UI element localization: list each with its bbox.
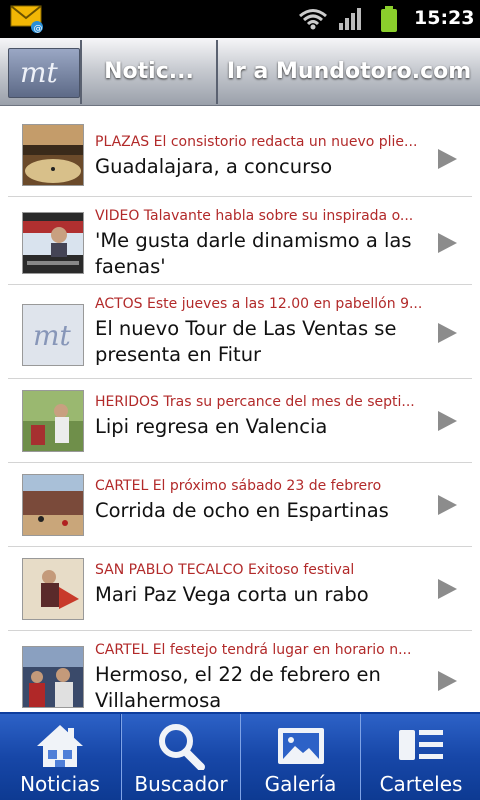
svg-text:@: @ bbox=[34, 24, 43, 34]
news-kicker: ACTOS Este jueves a las 12.00 en pabelló… bbox=[95, 296, 423, 312]
news-thumbnail bbox=[22, 474, 84, 536]
nav-noticias-button[interactable]: Noticias bbox=[0, 714, 120, 800]
news-title: Mari Paz Vega corta un rabo bbox=[95, 583, 369, 606]
news-kicker: HERIDOS Tras su percance del mes de sept… bbox=[95, 394, 415, 410]
svg-text:mt: mt bbox=[33, 319, 72, 352]
news-title: Hermoso, el 22 de febrero en Villahermos… bbox=[95, 663, 381, 712]
news-thumbnail bbox=[22, 390, 84, 452]
news-item[interactable]: CARTEL El próximo sábado 23 de febrero C… bbox=[8, 462, 472, 547]
status-time: 15:23 bbox=[414, 7, 475, 29]
chevron-right-icon bbox=[438, 233, 457, 253]
nav-label: Carteles bbox=[379, 772, 463, 796]
nav-label: Buscador bbox=[134, 772, 228, 796]
tab-news[interactable]: Notic... bbox=[82, 38, 216, 105]
news-thumbnail bbox=[22, 212, 84, 274]
news-title: 'Me gusta darle dinamismo a las faenas' bbox=[95, 229, 412, 278]
news-item[interactable]: VIDEO Talavante habla sobre su inspirada… bbox=[8, 196, 472, 285]
wifi-icon bbox=[299, 9, 327, 30]
news-kicker: CARTEL El festejo tendrá lugar en horari… bbox=[95, 642, 412, 658]
nav-label: Galería bbox=[264, 772, 337, 796]
news-kicker: VIDEO Talavante habla sobre su inspirada… bbox=[95, 208, 414, 224]
list-icon bbox=[399, 730, 443, 760]
nav-galeria-button[interactable]: Galería bbox=[240, 714, 360, 800]
email-notification-icon: @ bbox=[10, 5, 43, 34]
home-icon bbox=[37, 725, 83, 767]
app-header: mt Notic... Ir a Mundotoro.com bbox=[0, 38, 480, 106]
news-kicker: SAN PABLO TECALCO Exitoso festival bbox=[95, 562, 355, 578]
status-bar: @ 15:23 bbox=[0, 0, 480, 38]
nav-carteles-button[interactable]: Carteles bbox=[360, 714, 480, 800]
chevron-right-icon bbox=[438, 411, 457, 431]
mundotoro-logo[interactable]: mt bbox=[8, 48, 80, 98]
chevron-right-icon bbox=[438, 495, 457, 515]
chevron-right-icon bbox=[438, 671, 457, 691]
image-icon bbox=[277, 728, 324, 764]
news-item[interactable]: SAN PABLO TECALCO Exitoso festival Mari … bbox=[8, 546, 472, 631]
news-title: Lipi regresa en Valencia bbox=[95, 415, 328, 438]
news-thumbnail: mt bbox=[22, 304, 84, 366]
nav-label: Noticias bbox=[20, 772, 100, 796]
chevron-right-icon bbox=[438, 323, 457, 343]
search-icon bbox=[159, 724, 205, 770]
signal-icon bbox=[339, 8, 361, 30]
news-item[interactable]: mt ACTOS Este jueves a las 12.00 en pabe… bbox=[8, 284, 472, 379]
battery-icon bbox=[381, 6, 397, 32]
news-item[interactable]: PLAZAS El consistorio redacta un nuevo p… bbox=[8, 120, 472, 197]
news-title: Corrida de ocho en Espartinas bbox=[95, 499, 389, 522]
logo-mark-icon: mt bbox=[20, 57, 59, 89]
news-item[interactable]: CARTEL El festejo tendrá lugar en horari… bbox=[8, 630, 472, 712]
news-title: Guadalajara, a concurso bbox=[95, 155, 333, 178]
news-kicker: PLAZAS El consistorio redacta un nuevo p… bbox=[95, 134, 418, 150]
news-thumbnail bbox=[22, 558, 84, 620]
news-kicker: CARTEL El próximo sábado 23 de febrero bbox=[95, 478, 382, 494]
nav-buscador-button[interactable]: Buscador bbox=[121, 714, 240, 800]
svg-text:mt: mt bbox=[20, 57, 59, 89]
news-title: El nuevo Tour de Las Ventas se presenta … bbox=[95, 317, 397, 366]
tab-go-to-mundotoro[interactable]: Ir a Mundotoro.com bbox=[218, 38, 480, 105]
news-thumbnail bbox=[22, 124, 84, 186]
news-thumbnail bbox=[22, 646, 84, 708]
chevron-right-icon bbox=[438, 149, 457, 169]
bottom-navigation: Noticias Buscador Galería Carteles bbox=[0, 712, 480, 800]
chevron-right-icon bbox=[438, 579, 457, 599]
news-item[interactable]: HERIDOS Tras su percance del mes de sept… bbox=[8, 378, 472, 463]
news-list[interactable]: PLAZAS El consistorio redacta un nuevo p… bbox=[0, 106, 480, 712]
